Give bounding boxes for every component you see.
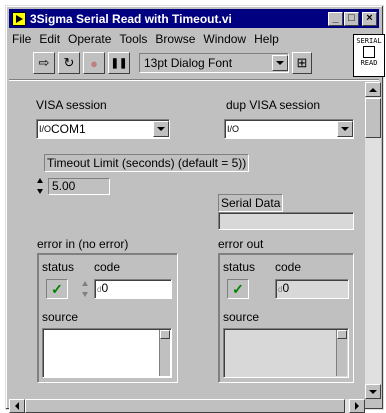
visa-session-label: VISA session [36,98,107,112]
menu-bar: File Edit Operate Tools Browse Window He… [9,29,347,48]
menu-tools[interactable]: Tools [119,32,147,46]
vi-window: 3Sigma Serial Read with Timeout.vi _ □ ×… [5,5,385,413]
vertical-scrollbar[interactable] [365,82,381,399]
close-button[interactable]: × [362,11,377,26]
error-out-source-label: source [223,310,260,324]
error-in-code-field[interactable]: d0 [94,279,172,299]
error-out-cluster: status code ✓ d0 source [218,253,354,383]
vertical-scroll-thumb[interactable] [365,98,381,138]
error-in-status-label: status [42,260,75,274]
menu-file[interactable]: File [12,32,31,46]
menu-edit[interactable]: Edit [39,32,60,46]
timeout-label: Timeout Limit (seconds) (default = 5)) [44,154,250,172]
dup-visa-label: dup VISA session [226,98,321,112]
error-in-label: error in (no error) [37,237,129,251]
increment-decrement-icon[interactable] [37,178,47,194]
error-out-code-label: code [275,260,302,274]
chevron-down-icon[interactable] [272,55,288,71]
increment-decrement-icon[interactable] [82,281,92,297]
connector-box-icon [363,46,375,58]
error-out-source-field [223,328,349,378]
io-icon: I/O [227,123,240,134]
timeout-control[interactable]: 5.00 [37,177,110,195]
horizontal-scroll-thumb[interactable] [25,399,345,413]
connector-pane-icon[interactable]: SERIAL READ [353,34,385,77]
menu-operate[interactable]: Operate [68,32,111,46]
run-arrow-icon[interactable]: ⇨ [33,52,55,74]
pause-icon[interactable]: ❚❚ [108,52,130,74]
visa-session-value: COM1 [51,122,86,136]
error-out-status-label: status [223,260,256,274]
error-in-cluster: status code ✓ d0 source [37,253,178,383]
labview-app-icon [12,11,26,26]
font-ring-value: 13pt Dialog Font [144,56,233,70]
scroll-right-icon[interactable] [349,399,365,413]
menu-browse[interactable]: Browse [155,32,195,46]
maximize-button[interactable]: □ [344,11,359,26]
io-icon: I/O [39,123,52,134]
menu-window[interactable]: Window [203,32,246,46]
source-scrollbar[interactable] [336,330,347,376]
error-in-source-label: source [42,310,79,324]
serial-data-label: Serial Data [218,194,284,212]
serial-data-indicator [218,212,354,230]
error-in-code-label: code [94,260,121,274]
scroll-left-icon[interactable] [9,399,25,413]
error-in-code-value: 0 [101,281,109,295]
source-scrollbar[interactable] [159,330,170,376]
error-out-label: error out [218,237,264,251]
error-out-code-field: d0 [275,279,349,299]
visa-session-control[interactable]: I/O COM1 [36,119,170,139]
connector-line2: READ [360,59,378,67]
scroll-down-icon[interactable] [365,384,381,399]
window-title: 3Sigma Serial Read with Timeout.vi [30,11,232,26]
align-objects-icon[interactable]: ⊞ [292,52,312,74]
error-out-code-value: 0 [282,281,290,295]
run-continuously-icon[interactable]: ↻ [58,52,80,74]
dup-visa-indicator: I/O [224,119,354,139]
chevron-down-icon[interactable] [337,121,353,137]
toolbar: ⇨ ↻ ● ❚❚ 13pt Dialog Font ⊞ [9,50,347,76]
scroll-up-icon[interactable] [365,82,381,97]
horizontal-scrollbar[interactable] [9,399,365,413]
error-in-status-check-icon[interactable]: ✓ [46,279,68,299]
timeout-value[interactable]: 5.00 [48,177,110,195]
chevron-down-icon[interactable] [153,121,169,137]
menu-help[interactable]: Help [254,32,279,46]
divider [9,79,379,81]
error-in-source-field[interactable] [42,328,172,378]
connector-line1: SERIAL [356,37,382,45]
abort-execution-icon[interactable]: ● [83,52,105,74]
minimize-button[interactable]: _ [328,11,343,26]
title-bar[interactable]: 3Sigma Serial Read with Timeout.vi _ □ × [9,9,379,28]
front-panel: VISA session I/O COM1 dup VISA session I… [26,86,377,398]
error-out-status-check-icon: ✓ [227,279,249,299]
font-ring[interactable]: 13pt Dialog Font [139,53,289,73]
